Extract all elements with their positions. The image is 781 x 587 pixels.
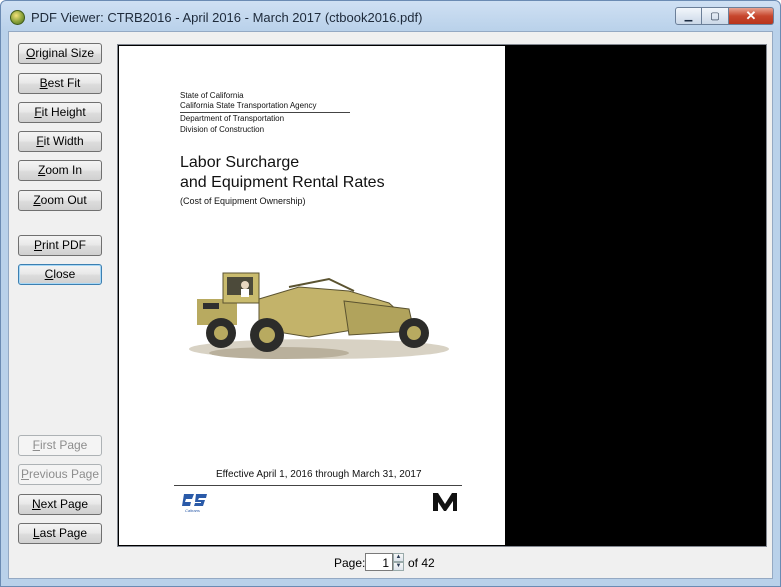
- spin-down-button[interactable]: ▼: [393, 562, 404, 571]
- zoom-out-button[interactable]: Zoom Out: [18, 190, 102, 211]
- button-label: it Height: [41, 105, 86, 119]
- accel-key: B: [39, 76, 48, 90]
- arrow-down-icon: ▼: [395, 563, 402, 569]
- accel-key: L: [32, 526, 40, 540]
- app-icon: [10, 10, 25, 25]
- accel-key: Z: [33, 193, 41, 207]
- zoom-in-button[interactable]: Zoom In: [18, 160, 102, 181]
- button-label: revious Page: [28, 467, 100, 481]
- original-size-button[interactable]: Original Size: [18, 43, 102, 64]
- pdf-viewport[interactable]: State of California California State Tra…: [117, 44, 767, 547]
- button-label: ext Page: [40, 497, 89, 511]
- org-line-state: State of California: [180, 91, 244, 100]
- org-line-department: Department of Transportation: [180, 114, 285, 123]
- accel-key: F: [34, 105, 42, 119]
- last-page-button[interactable]: Last Page: [18, 523, 102, 544]
- pdf-page: State of California California State Tra…: [119, 46, 505, 545]
- accel-key: F: [32, 438, 40, 452]
- org-line-division: Division of Construction: [180, 125, 265, 134]
- button-label: rint PDF: [42, 238, 87, 252]
- caltrans-logo: Caltrans: [182, 492, 208, 514]
- footer-divider: [174, 485, 462, 486]
- next-page-button[interactable]: Next Page: [18, 494, 102, 515]
- document-title-line1: Labor Surcharge: [180, 154, 300, 171]
- page-spinner[interactable]: ▲ ▼: [393, 553, 404, 571]
- document-title-line2: and Equipment Rental Rates: [180, 174, 385, 191]
- scraper-illustration: [189, 272, 449, 359]
- caltrans-logo-icon: [182, 494, 207, 506]
- arrow-up-icon: ▲: [395, 554, 402, 560]
- page-count: of 42: [408, 556, 435, 570]
- window-title: PDF Viewer: CTRB2016 - April 2016 - Marc…: [31, 10, 423, 25]
- effective-dates: Effective April 1, 2016 through March 31…: [216, 469, 422, 480]
- button-label: oom Out: [40, 193, 87, 207]
- previous-page-button[interactable]: Previous Page: [18, 464, 102, 485]
- close-button[interactable]: Close: [18, 264, 102, 285]
- client-area: Original Size Best Fit Fit Height Fit Wi…: [8, 31, 773, 579]
- best-fit-button[interactable]: Best Fit: [18, 73, 102, 94]
- accel-key: O: [25, 46, 36, 60]
- close-icon: ✕: [745, 8, 757, 23]
- button-label: irst Page: [39, 438, 88, 452]
- page-label: Page:: [334, 556, 366, 570]
- app-window: PDF Viewer: CTRB2016 - April 2016 - Marc…: [0, 0, 781, 587]
- minimize-button[interactable]: ▁: [675, 7, 702, 25]
- title-bar[interactable]: PDF Viewer: CTRB2016 - April 2016 - Marc…: [1, 1, 780, 31]
- page-navigator: Page: ▲ ▼ of 42: [9, 552, 774, 576]
- maximize-button[interactable]: ▢: [702, 7, 729, 25]
- fit-width-button[interactable]: Fit Width: [18, 131, 102, 152]
- accel-key: P: [33, 238, 42, 252]
- button-label: it Width: [43, 134, 84, 148]
- button-label: est Fit: [47, 76, 81, 90]
- accel-key: P: [20, 467, 29, 481]
- org-line-agency: California State Transportation Agency: [180, 101, 317, 110]
- print-pdf-button[interactable]: Print PDF: [18, 235, 102, 256]
- button-label: lose: [53, 267, 76, 281]
- first-page-button[interactable]: First Page: [18, 435, 102, 456]
- maximize-icon: ▢: [710, 10, 720, 22]
- spin-up-button[interactable]: ▲: [393, 553, 404, 562]
- caltrans-logo-text: Caltrans: [185, 508, 200, 513]
- button-label: oom In: [45, 163, 83, 177]
- button-label: ast Page: [39, 526, 88, 540]
- document-subtitle: (Cost of Equipment Ownership): [180, 196, 306, 206]
- fit-height-button[interactable]: Fit Height: [18, 102, 102, 123]
- org-divider: [180, 112, 350, 113]
- transportation-logo-icon: [432, 492, 458, 512]
- minimize-icon: ▁: [684, 10, 693, 22]
- close-window-button[interactable]: ✕: [729, 7, 774, 25]
- accel-key: F: [36, 134, 44, 148]
- page-number-input[interactable]: [365, 553, 393, 571]
- accel-key: N: [31, 497, 41, 511]
- button-label: riginal Size: [35, 46, 95, 60]
- window-controls: ▁ ▢ ✕: [675, 7, 774, 25]
